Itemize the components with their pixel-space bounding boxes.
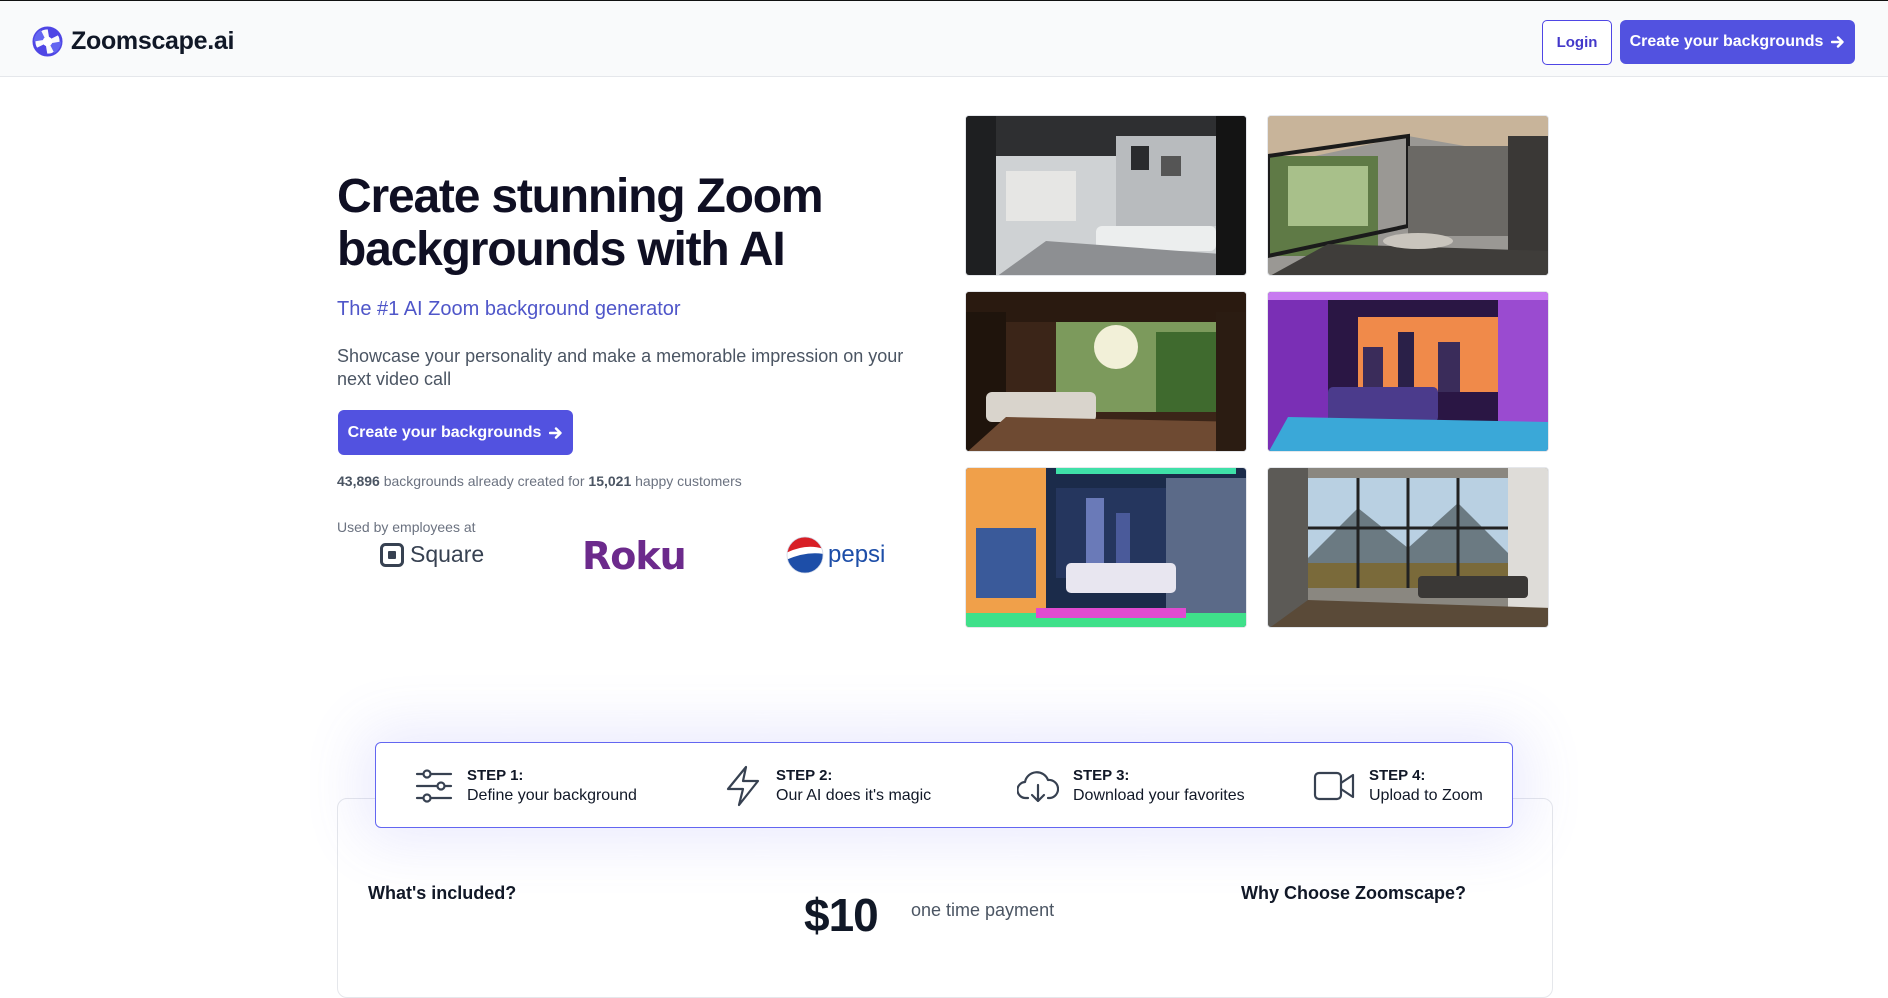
arrow-right-icon xyxy=(549,426,563,439)
backgrounds-count: 43,896 xyxy=(337,473,380,489)
gallery-image-neon-purple-bedroom-city[interactable] xyxy=(1267,291,1549,452)
step-3-text: STEP 3: Download your favorites xyxy=(1073,767,1245,805)
step-2: STEP 2: Our AI does it's magic xyxy=(724,743,931,829)
used-by-label: Used by employees at xyxy=(337,519,476,535)
gallery-image-1-art xyxy=(966,116,1246,275)
gallery-image-4-art xyxy=(1268,292,1548,451)
customers-text: happy customers xyxy=(631,473,742,489)
hero-description: Showcase your personality and make a mem… xyxy=(337,346,904,389)
backgrounds-text: backgrounds already created for xyxy=(379,473,589,489)
video-camera-icon xyxy=(1313,771,1355,801)
gallery-image-2-art xyxy=(1268,116,1548,275)
whats-included-heading: What's included? xyxy=(368,883,517,903)
gallery-image-6-art xyxy=(1268,468,1548,627)
usage-stats: 43,896 backgrounds already created for 1… xyxy=(337,473,742,489)
steps-bar: STEP 1: Define your background STEP 2: O… xyxy=(375,742,1513,828)
hero-title-line-1: Create stunning Zoom xyxy=(337,170,824,223)
step-2-title: STEP 2: xyxy=(776,767,833,784)
hero-create-backgrounds-button[interactable]: Create your backgrounds xyxy=(338,410,573,455)
site-header: Zoomscape.ai Login Create your backgroun… xyxy=(0,1,1888,77)
hero-subtitle: The #1 AI Zoom background generator xyxy=(337,298,681,320)
step-4-title: STEP 4: xyxy=(1369,767,1426,784)
step-3-desc: Download your favorites xyxy=(1073,787,1245,804)
lightning-icon xyxy=(726,765,760,807)
gallery-image-3-art xyxy=(966,292,1246,451)
step-1: STEP 1: Define your background xyxy=(415,743,637,829)
price-note: one time payment xyxy=(911,900,1055,920)
gallery-image-modern-grey-living-room[interactable] xyxy=(965,115,1247,276)
brand-name: Zoomscape.ai xyxy=(71,27,235,55)
roku-logo-text: Roku xyxy=(582,534,687,578)
square-mark-icon xyxy=(380,542,404,567)
step-3: STEP 3: Download your favorites xyxy=(1017,743,1245,829)
hero-title: Create stunning Zoom backgrounds with AI xyxy=(337,170,897,276)
step-4-text: STEP 4: Upload to Zoom xyxy=(1369,767,1483,805)
step-2-desc: Our AI does it's magic xyxy=(776,787,932,804)
sliders-icon xyxy=(415,769,453,803)
step-1-title: STEP 1: xyxy=(467,767,524,784)
step-4-desc: Upload to Zoom xyxy=(1369,787,1483,804)
gallery-image-5-art xyxy=(966,468,1246,627)
step-2-text: STEP 2: Our AI does it's magic xyxy=(776,767,931,805)
pepsi-logo-text: pepsi xyxy=(828,541,886,568)
step-3-title: STEP 3: xyxy=(1073,767,1130,784)
step-1-desc: Define your background xyxy=(467,787,637,804)
gallery-image-mountain-view-loft[interactable] xyxy=(1267,467,1549,628)
price-amount: $10 xyxy=(804,889,879,941)
gallery-image-neon-rainbow-bedroom-city[interactable] xyxy=(965,467,1247,628)
background-gallery xyxy=(965,115,1549,628)
why-choose-heading: Why Choose Zoomscape? xyxy=(1241,883,1467,903)
header-create-backgrounds-button[interactable]: Create your backgrounds xyxy=(1620,20,1855,64)
roku-logo: Roku xyxy=(582,534,687,578)
header-cta-label: Create your backgrounds xyxy=(1629,33,1824,50)
step-4: STEP 4: Upload to Zoom xyxy=(1313,743,1483,829)
cloud-download-icon xyxy=(1017,771,1059,803)
square-logo-text: Square xyxy=(410,541,485,567)
gallery-image-forest-view-living-room[interactable] xyxy=(1267,115,1549,276)
aperture-logo-icon xyxy=(32,26,63,57)
brand[interactable]: Zoomscape.ai xyxy=(32,26,234,57)
hero-cta-label: Create your backgrounds xyxy=(347,423,542,441)
pepsi-logo: pepsi xyxy=(786,536,885,574)
step-1-text: STEP 1: Define your background xyxy=(467,767,637,805)
square-logo: Square xyxy=(380,541,484,568)
login-button[interactable]: Login xyxy=(1542,20,1612,65)
pepsi-globe-icon xyxy=(786,536,824,574)
customers-count: 15,021 xyxy=(588,473,632,489)
arrow-right-icon xyxy=(1831,36,1845,48)
hero-title-line-2: backgrounds with AI xyxy=(337,223,786,276)
gallery-image-jungle-view-lounge[interactable] xyxy=(965,291,1247,452)
